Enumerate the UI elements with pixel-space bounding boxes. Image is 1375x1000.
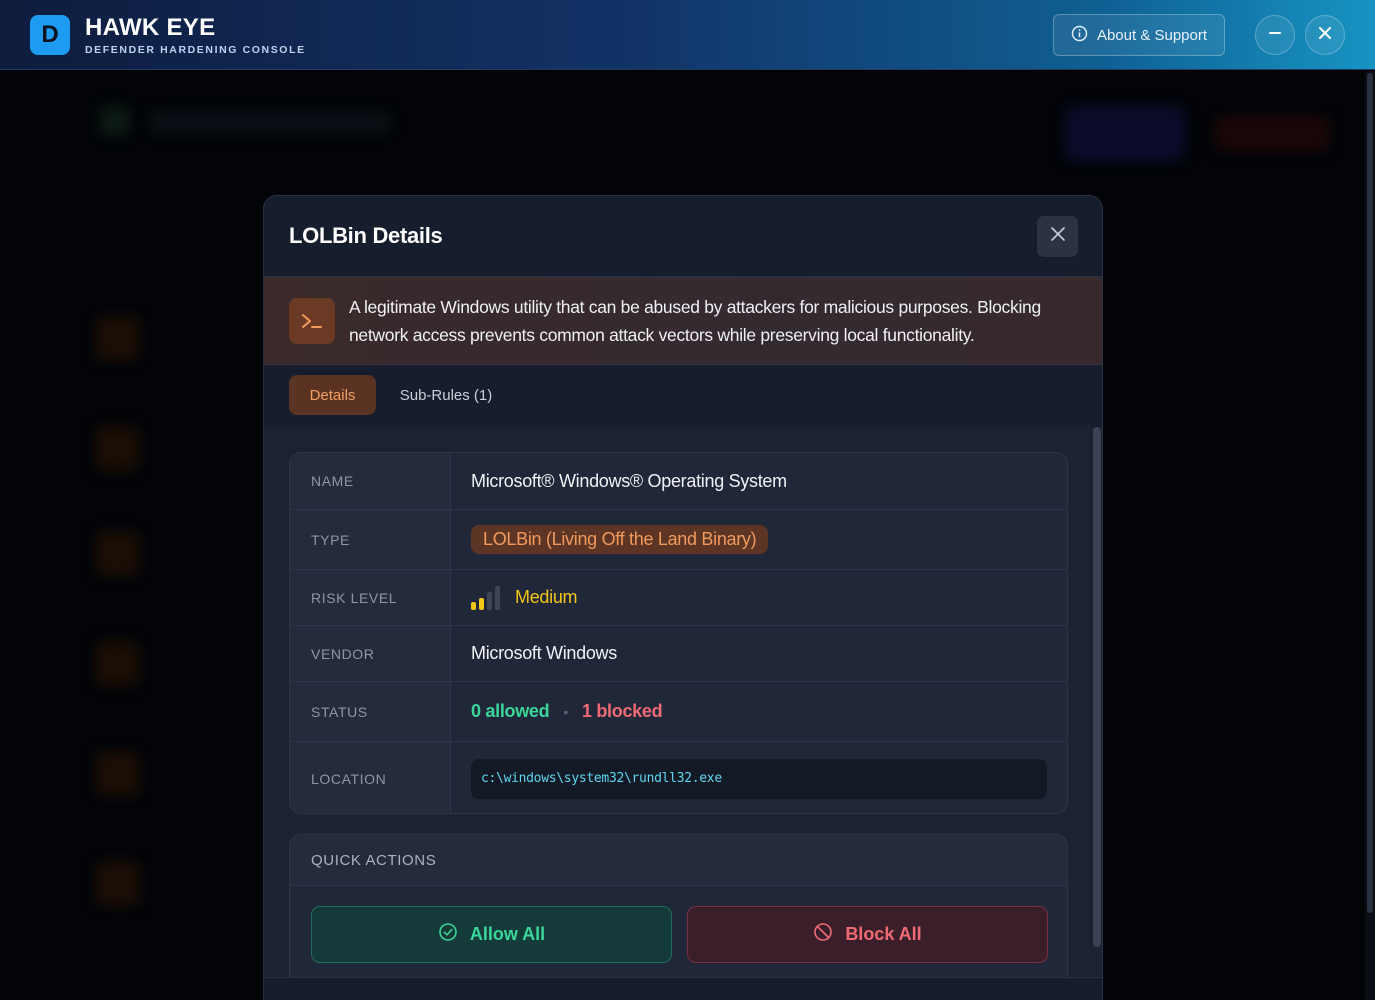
detail-row-status: STATUS 0 allowed • 1 blocked <box>290 682 1067 742</box>
detail-row-risk: RISK LEVEL Medium <box>290 570 1067 626</box>
terminal-icon <box>289 298 335 344</box>
background-row-icon <box>95 316 140 361</box>
page-scrollbar[interactable] <box>1365 71 1375 1000</box>
modal-content: NAME Microsoft® Windows® Operating Syste… <box>264 427 1102 994</box>
title-bar: D HAWK EYE DEFENDER HARDENING CONSOLE Ab… <box>0 0 1375 70</box>
location-value: c:\windows\system32\rundll32.exe <box>471 742 1047 813</box>
background-row-icon <box>95 531 140 576</box>
background-button <box>1065 106 1185 161</box>
block-all-button[interactable]: Block All <box>687 906 1048 963</box>
block-icon <box>813 922 833 947</box>
lolbin-details-modal: LOLBin Details A legitimate Windows util… <box>263 195 1103 1000</box>
tab-bar: Details Sub-Rules (1) <box>264 365 1102 427</box>
details-card: NAME Microsoft® Windows® Operating Syste… <box>289 452 1068 814</box>
blocked-count: 1 blocked <box>581 701 663 721</box>
background-heading <box>150 111 390 133</box>
background-row-icon <box>95 861 140 906</box>
risk-label: RISK LEVEL <box>290 570 451 625</box>
quick-actions-title: QUICK ACTIONS <box>290 835 1067 886</box>
close-icon <box>1318 26 1332 45</box>
modal-footer <box>264 977 1102 1000</box>
app-logo: D <box>30 15 70 55</box>
risk-bar <box>495 585 500 610</box>
risk-text: Medium <box>515 587 578 607</box>
detail-row-name: NAME Microsoft® Windows® Operating Syste… <box>290 453 1067 510</box>
modal-scrollbar-thumb[interactable] <box>1093 427 1101 947</box>
about-support-label: About & Support <box>1096 26 1208 44</box>
status-separator: • <box>563 703 568 720</box>
description-banner: A legitimate Windows utility that can be… <box>264 277 1102 365</box>
name-value: Microsoft® Windows® Operating System <box>471 470 787 491</box>
app-subtitle: DEFENDER HARDENING CONSOLE <box>85 44 306 56</box>
quick-actions-card: QUICK ACTIONS Allow All Block All <box>289 834 1068 994</box>
vendor-label: VENDOR <box>290 626 451 681</box>
allow-all-label: Allow All <box>469 924 546 944</box>
close-icon <box>1050 226 1066 247</box>
background-row-icon <box>95 751 140 796</box>
minimize-icon <box>1268 26 1282 45</box>
background-icon <box>100 106 130 136</box>
type-label: TYPE <box>290 510 451 569</box>
risk-bar <box>471 601 476 610</box>
modal-header: LOLBin Details <box>264 196 1102 277</box>
status-label: STATUS <box>290 682 451 741</box>
check-circle-icon <box>438 922 458 947</box>
detail-row-location: LOCATION c:\windows\system32\rundll32.ex… <box>290 742 1067 813</box>
risk-bar <box>479 597 484 610</box>
info-icon <box>1071 25 1088 46</box>
status-value: 0 allowed • 1 blocked <box>471 682 663 741</box>
location-path[interactable]: c:\windows\system32\rundll32.exe <box>471 758 1047 799</box>
background-button <box>1215 116 1330 151</box>
minimize-button[interactable] <box>1255 15 1295 55</box>
close-window-button[interactable] <box>1305 15 1345 55</box>
vendor-value: Microsoft Windows <box>471 643 617 663</box>
detail-row-vendor: VENDOR Microsoft Windows <box>290 626 1067 682</box>
allow-all-button[interactable]: Allow All <box>311 906 672 963</box>
page-scrollbar-thumb[interactable] <box>1367 73 1373 913</box>
app-title: HAWK EYE <box>85 14 216 41</box>
risk-value: Medium <box>471 570 578 625</box>
allowed-count: 0 allowed <box>471 701 550 721</box>
detail-row-type: TYPE LOLBin (Living Off the Land Binary) <box>290 510 1067 570</box>
risk-bars-icon <box>471 585 500 610</box>
background-row-icon <box>95 426 140 471</box>
name-label: NAME <box>290 453 451 509</box>
type-value: LOLBin (Living Off the Land Binary) <box>471 510 769 569</box>
background-row-icon <box>95 641 140 686</box>
modal-close-button[interactable] <box>1037 216 1078 257</box>
tab-details[interactable]: Details <box>289 375 376 415</box>
risk-bar <box>487 591 492 610</box>
about-support-button[interactable]: About & Support <box>1053 14 1225 56</box>
tab-sub-rules[interactable]: Sub-Rules (1) <box>386 375 506 415</box>
location-label: LOCATION <box>290 742 451 813</box>
block-all-label: Block All <box>845 924 922 944</box>
modal-title: LOLBin Details <box>289 223 443 248</box>
description-text: A legitimate Windows utility that can be… <box>349 297 1041 345</box>
type-badge: LOLBin (Living Off the Land Binary) <box>471 525 769 554</box>
